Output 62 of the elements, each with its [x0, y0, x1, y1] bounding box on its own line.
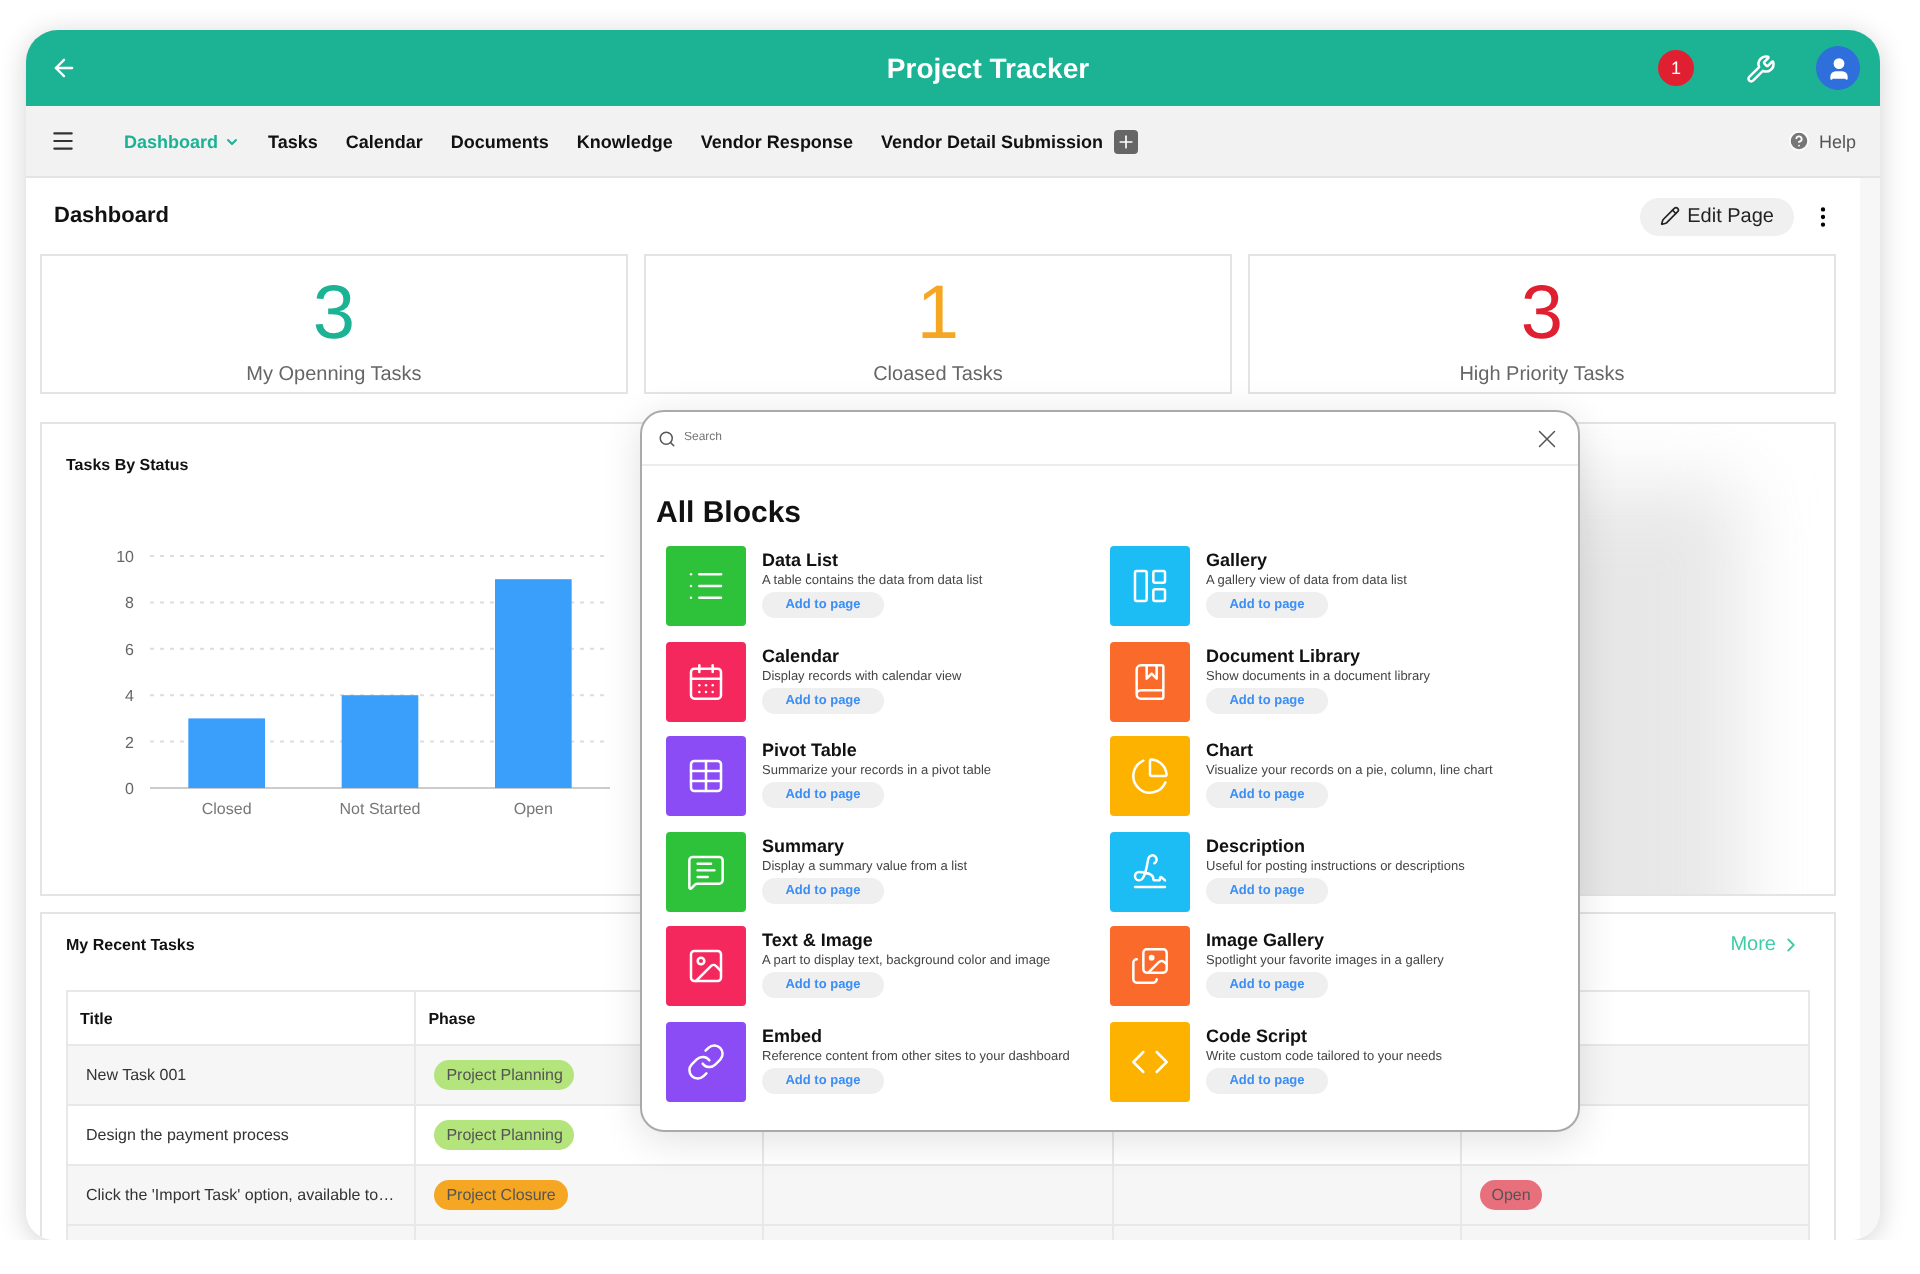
axis-category-label: Open: [513, 800, 553, 818]
stat-label: Cloased Tasks: [873, 364, 1003, 386]
axis-tick-label: 4: [125, 687, 134, 706]
block-name: Text & Image: [762, 930, 875, 951]
edit-page-button[interactable]: Edit Page: [1639, 197, 1794, 235]
help-button[interactable]: Help: [1788, 130, 1856, 152]
back-button[interactable]: [50, 54, 78, 82]
stat-value: 3: [312, 276, 356, 352]
status-tag: Open: [1479, 1180, 1543, 1210]
nav-tab[interactable]: Vendor Detail Submission: [880, 131, 1103, 151]
axis-tick-label: 6: [125, 640, 134, 659]
column-header: Title: [67, 991, 416, 1045]
card-title: Tasks By Status: [66, 456, 189, 474]
table-cell: Click the 'Import Task' option, available to…: [67, 1165, 416, 1225]
block-name: Embed: [762, 1025, 825, 1046]
more-link[interactable]: More: [1730, 933, 1802, 955]
block-name: Code Script: [1206, 1025, 1310, 1046]
nav-tab[interactable]: Dashboard: [124, 131, 241, 151]
axis-tick-label: 8: [125, 594, 134, 613]
block-name: Data List: [762, 550, 841, 570]
stat-value: 1: [916, 276, 960, 352]
block-name: Calendar: [762, 645, 842, 666]
axis-tick-label: 2: [125, 733, 134, 752]
stat-value: 3: [1520, 276, 1564, 352]
dialog-title: All Blocks: [656, 496, 804, 530]
nav-tab[interactable]: Knowledge: [576, 131, 673, 151]
search-icon: [658, 429, 676, 447]
caret-icon: [224, 133, 241, 149]
axis-category-label: Closed: [201, 800, 252, 818]
block-name: Description: [1206, 835, 1308, 856]
card-title: My Recent Tasks: [66, 935, 195, 953]
add-tab-button[interactable]: [1114, 129, 1139, 153]
axis-tick-label: 0: [125, 780, 134, 798]
nav-tab[interactable]: Documents: [450, 131, 549, 151]
help-icon: [1788, 130, 1811, 152]
chart-bar: [188, 718, 265, 788]
block-name: Pivot Table: [762, 740, 859, 761]
axis-category-label: Not Started: [339, 800, 421, 818]
table-cell: New Task 001: [67, 1045, 416, 1105]
nav-tab[interactable]: Vendor Response: [700, 131, 853, 151]
block-name: Gallery: [1206, 550, 1270, 570]
axis-tick-label: 10: [116, 548, 134, 566]
stat-label: My Openning Tasks: [246, 364, 422, 386]
user-avatar[interactable]: [1816, 46, 1860, 90]
page-title: Dashboard: [54, 204, 169, 228]
chart-bar: [341, 695, 419, 788]
menu-icon[interactable]: [50, 128, 76, 154]
block-name: Image Gallery: [1206, 930, 1327, 951]
table-cell: Design the payment process: [67, 1105, 416, 1165]
app-title: Project Tracker: [884, 52, 1092, 84]
nav-tab[interactable]: Tasks: [268, 131, 318, 151]
tools-icon[interactable]: [1746, 53, 1776, 83]
pencil-icon: [1659, 206, 1680, 226]
block-name: Summary: [762, 835, 847, 856]
block-name: Document Library: [1206, 645, 1363, 666]
phase-tag: Project Closure: [434, 1180, 568, 1210]
block-name: Chart: [1206, 740, 1256, 761]
phase-tag: Project Planning: [434, 1120, 575, 1150]
stat-label: High Priority Tasks: [1459, 364, 1625, 386]
nav-tab[interactable]: Calendar: [345, 131, 423, 151]
phase-tag: Project Planning: [434, 1060, 575, 1090]
notification-badge[interactable]: 1: [1658, 50, 1694, 86]
